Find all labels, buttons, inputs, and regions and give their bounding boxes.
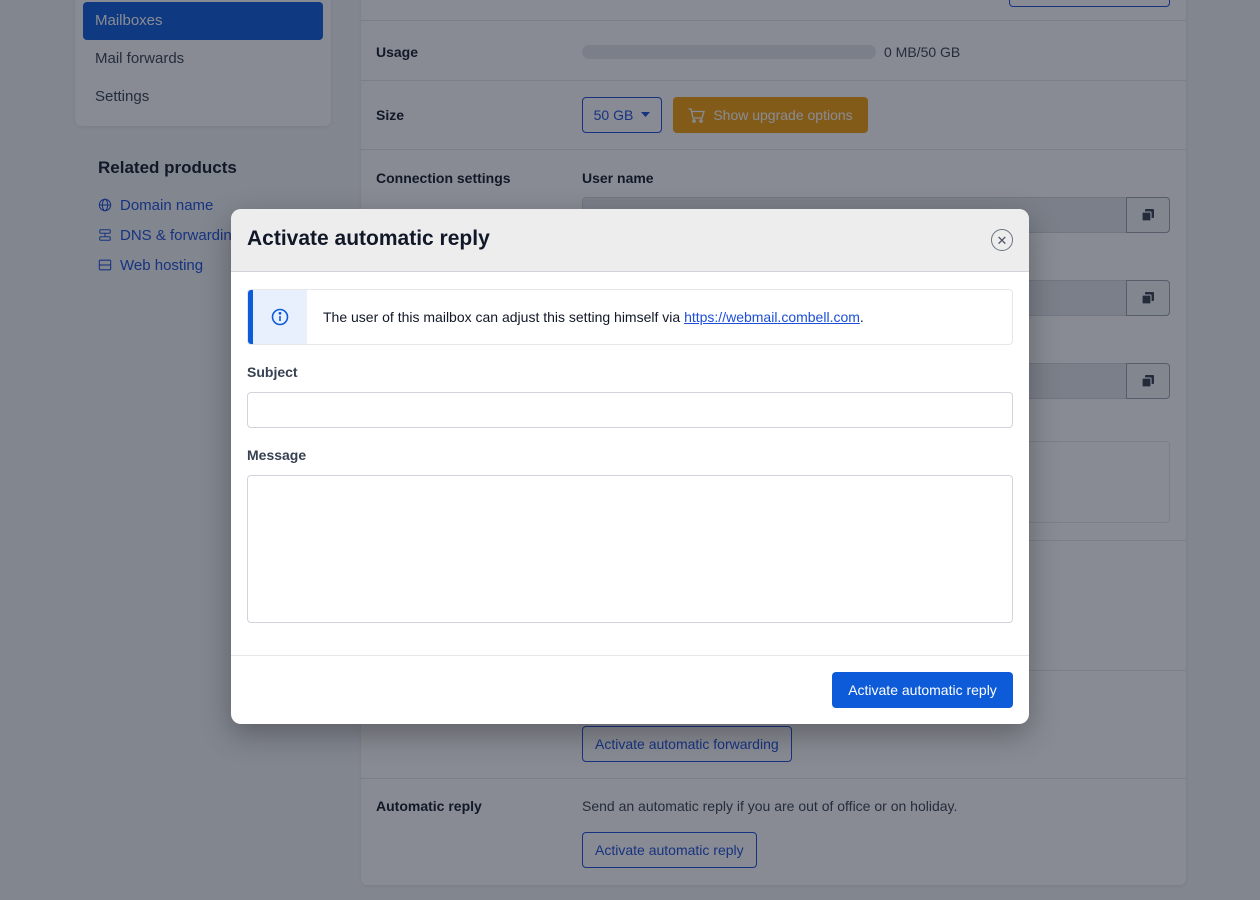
message-textarea[interactable]	[247, 475, 1013, 623]
close-icon[interactable]: ✕	[991, 229, 1013, 251]
webmail-link[interactable]: https://webmail.combell.com	[684, 309, 860, 325]
modal-title: Activate automatic reply	[247, 227, 490, 250]
alert-suffix: .	[859, 309, 864, 325]
submit-activate-automatic-reply-button[interactable]: Activate automatic reply	[832, 672, 1013, 708]
info-alert: The user of this mailbox can adjust this…	[247, 289, 1013, 345]
alert-text: The user of this mailbox can adjust this…	[307, 309, 864, 325]
subject-label: Subject	[247, 364, 298, 380]
info-icon	[271, 308, 289, 326]
alert-icon-container	[253, 290, 307, 344]
activate-automatic-reply-modal: Activate automatic reply ✕ The user of t…	[231, 209, 1029, 724]
alert-message: The user of this mailbox can adjust this…	[323, 309, 685, 325]
modal-footer: Activate automatic reply	[231, 655, 1029, 724]
subject-input[interactable]	[247, 392, 1013, 428]
message-label: Message	[247, 447, 307, 463]
modal-header: Activate automatic reply ✕	[231, 209, 1029, 272]
